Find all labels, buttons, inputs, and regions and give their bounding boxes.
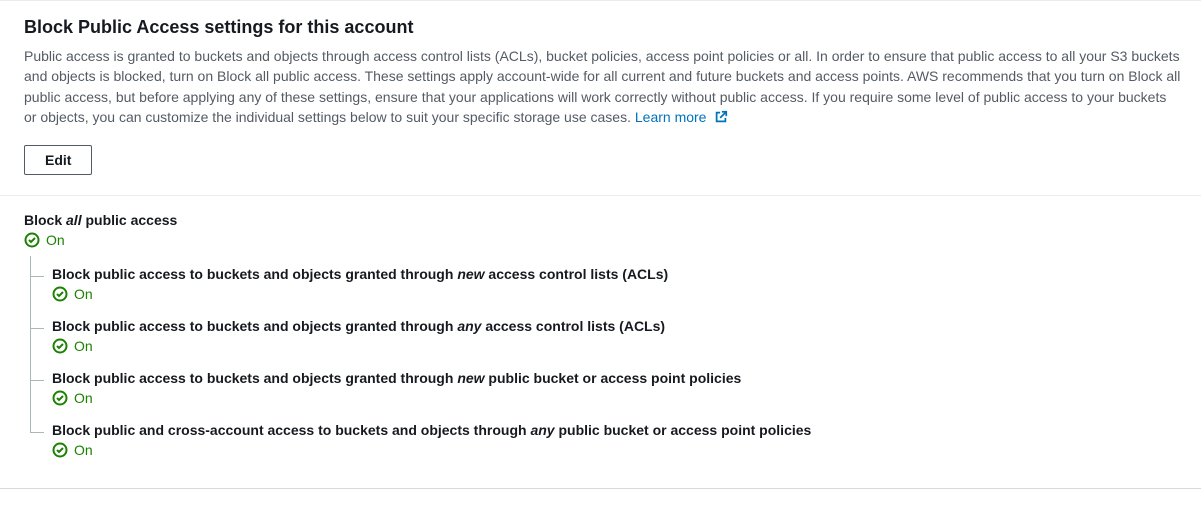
- sub-setting-any-acls: Block public access to buckets and objec…: [30, 308, 1181, 360]
- external-link-icon: [714, 109, 728, 129]
- block-public-access-panel: Block Public Access settings for this ac…: [0, 0, 1201, 489]
- sub-setting-status: On: [52, 390, 1181, 406]
- sub-setting-title-em: any: [530, 422, 554, 438]
- block-all-title-em: all: [66, 212, 82, 228]
- sub-settings-list: Block public access to buckets and objec…: [30, 256, 1181, 464]
- sub-setting-status-text: On: [74, 338, 93, 354]
- sub-setting-title-prefix: Block public access to buckets and objec…: [52, 266, 457, 282]
- check-circle-icon: [52, 442, 68, 458]
- check-circle-icon: [52, 338, 68, 354]
- sub-setting-title-prefix: Block public access to buckets and objec…: [52, 318, 457, 334]
- sub-setting-status-text: On: [74, 286, 93, 302]
- sub-setting-any-policies: Block public and cross-account access to…: [30, 412, 1181, 464]
- sub-setting-title: Block public access to buckets and objec…: [52, 266, 1181, 282]
- sub-setting-status: On: [52, 338, 1181, 354]
- sub-setting-status-text: On: [74, 442, 93, 458]
- check-circle-icon: [24, 232, 40, 248]
- sub-setting-title-em: any: [457, 318, 481, 334]
- panel-title: Block Public Access settings for this ac…: [24, 17, 1181, 38]
- edit-button[interactable]: Edit: [24, 145, 92, 175]
- sub-setting-title: Block public and cross-account access to…: [52, 422, 1181, 438]
- sub-setting-status-text: On: [74, 390, 93, 406]
- sub-setting-title: Block public access to buckets and objec…: [52, 318, 1181, 334]
- panel-body: Block all public access On Block public …: [0, 196, 1201, 488]
- learn-more-text: Learn more: [635, 109, 707, 125]
- sub-setting-status: On: [52, 442, 1181, 458]
- sub-setting-title-suffix: access control lists (ACLs): [481, 318, 665, 334]
- block-all-title-suffix: public access: [82, 212, 178, 228]
- sub-setting-title-suffix: access control lists (ACLs): [485, 266, 669, 282]
- check-circle-icon: [52, 390, 68, 406]
- sub-setting-title: Block public access to buckets and objec…: [52, 370, 1181, 386]
- sub-setting-title-em: new: [457, 370, 484, 386]
- check-circle-icon: [52, 286, 68, 302]
- block-all-status: On: [24, 232, 1181, 248]
- block-all-title: Block all public access: [24, 212, 1181, 228]
- panel-description-text: Public access is granted to buckets and …: [24, 48, 1180, 125]
- sub-setting-status: On: [52, 286, 1181, 302]
- block-all-setting: Block all public access On: [24, 212, 1181, 248]
- sub-setting-title-suffix: public bucket or access point policies: [555, 422, 812, 438]
- sub-setting-new-policies: Block public access to buckets and objec…: [30, 360, 1181, 412]
- sub-setting-title-suffix: public bucket or access point policies: [485, 370, 742, 386]
- panel-description: Public access is granted to buckets and …: [24, 46, 1181, 129]
- sub-setting-title-em: new: [457, 266, 484, 282]
- learn-more-link[interactable]: Learn more: [635, 109, 728, 125]
- sub-setting-title-prefix: Block public and cross-account access to…: [52, 422, 530, 438]
- sub-setting-title-prefix: Block public access to buckets and objec…: [52, 370, 457, 386]
- panel-header: Block Public Access settings for this ac…: [0, 1, 1201, 196]
- block-all-status-text: On: [46, 232, 65, 248]
- block-all-title-prefix: Block: [24, 212, 66, 228]
- sub-setting-new-acls: Block public access to buckets and objec…: [30, 256, 1181, 308]
